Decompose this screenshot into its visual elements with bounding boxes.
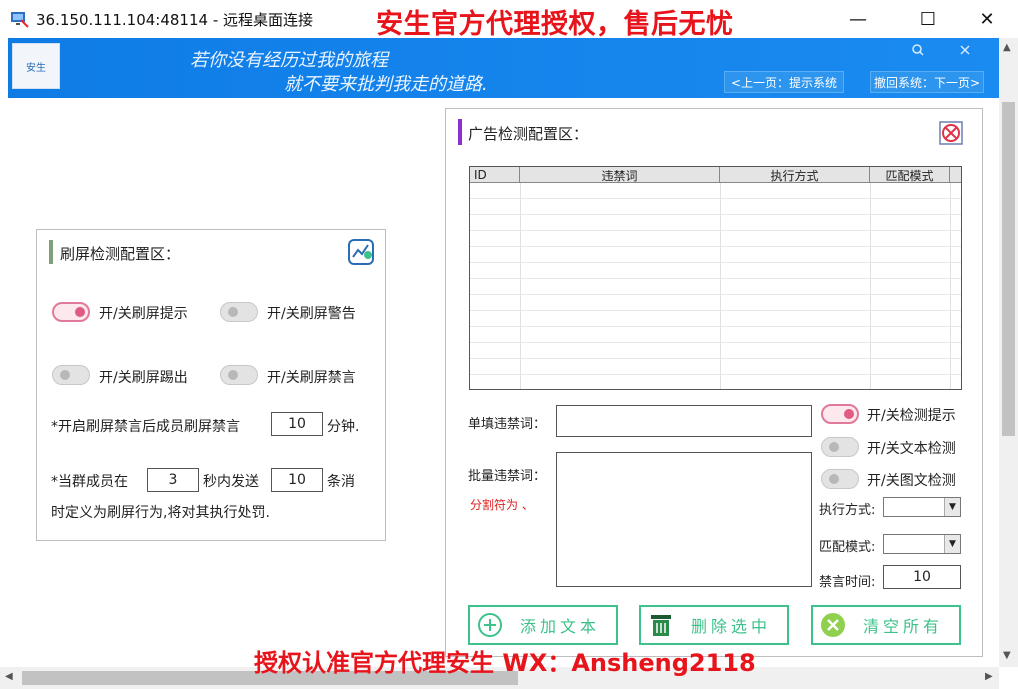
flood-warning-toggle[interactable] xyxy=(220,302,258,322)
flood-notice-toggle[interactable] xyxy=(52,302,90,322)
panel-accent-bar xyxy=(458,119,462,145)
flood-kick-toggle[interactable] xyxy=(52,365,90,385)
clear-icon xyxy=(819,611,847,639)
mute-minutes-input[interactable]: 10 xyxy=(271,412,323,436)
block-icon xyxy=(938,120,964,146)
close-icon: ✕ xyxy=(979,8,995,30)
scroll-right-icon[interactable]: ▶ xyxy=(985,671,993,682)
table-header: ID 违禁词 执行方式 匹配模式 xyxy=(470,167,961,183)
single-term-input[interactable] xyxy=(556,405,812,437)
close-window-button[interactable]: ✕ xyxy=(964,0,1010,38)
maximize-icon: ☐ xyxy=(919,8,937,30)
scroll-left-icon[interactable]: ◀ xyxy=(5,671,13,682)
mute-time-input[interactable]: 10 xyxy=(883,565,961,589)
window-title: 36.150.111.104:48114 - 远程桌面连接 xyxy=(36,11,314,29)
minimize-button[interactable]: — xyxy=(835,0,881,38)
text-detect-toggle[interactable] xyxy=(821,437,859,457)
flood-rule-suffix: 条消 xyxy=(327,474,355,490)
batch-separator-hint: 分割符为 、 xyxy=(470,498,534,512)
match-mode-select[interactable]: ▼ xyxy=(883,534,961,554)
delete-selected-button[interactable]: 删除选中 xyxy=(639,605,789,645)
flood-seconds-input[interactable]: 3 xyxy=(147,468,199,492)
image-detect-toggle[interactable] xyxy=(821,469,859,489)
title-bar: 36.150.111.104:48114 - 远程桌面连接 安生官方代理授权，售… xyxy=(0,0,1018,40)
prev-page-button[interactable]: <上一页：提示系统 xyxy=(724,71,844,93)
add-text-button[interactable]: 添加文本 xyxy=(468,605,618,645)
flood-notice-label: 开/关刷屏提示 xyxy=(99,306,188,322)
column-id[interactable]: ID xyxy=(470,167,520,183)
search-icon[interactable] xyxy=(906,40,930,60)
flood-warning-label: 开/关刷屏警告 xyxy=(267,306,356,322)
flood-rule-line2: 时定义为刷屏行为,将对其执行处罚. xyxy=(51,505,270,521)
ad-notice-toggle[interactable] xyxy=(821,404,859,424)
batch-term-label: 批量违禁词： xyxy=(468,469,547,484)
vertical-scrollbar[interactable]: ▲ ▼ xyxy=(999,38,1018,667)
mute-time-label: 禁言时间: xyxy=(819,575,876,590)
flood-config-panel: 刷屏检测配置区： 开/关刷屏提示 开/关刷屏警告 开/关刷屏踢出 开/关刷屏禁言… xyxy=(36,229,386,541)
watermark-bottom: 授权认准官方代理安生 WX：Ansheng2118 xyxy=(254,649,756,677)
chevron-down-icon: ▼ xyxy=(944,498,960,516)
chevron-down-icon: ▼ xyxy=(944,535,960,553)
text-detect-label: 开/关文本检测 xyxy=(867,441,956,457)
clear-all-button[interactable]: 清空所有 xyxy=(811,605,961,645)
panel-title: 刷屏检测配置区： xyxy=(60,245,181,263)
chart-icon xyxy=(348,239,374,265)
batch-term-input[interactable] xyxy=(556,452,812,587)
flood-rule-prefix: *当群成员在 xyxy=(51,474,128,490)
mute-rule-prefix: *开启刷屏禁言后成员刷屏禁言 xyxy=(51,419,240,435)
app-logo: 安生 xyxy=(12,43,60,89)
add-text-label: 添加文本 xyxy=(520,617,601,636)
scroll-down-icon[interactable]: ▼ xyxy=(1003,650,1011,661)
flood-mute-label: 开/关刷屏禁言 xyxy=(267,370,356,386)
mute-rule-suffix: 分钟. xyxy=(327,419,360,435)
next-page-button[interactable]: 撤回系统：下一页> xyxy=(870,71,984,93)
motto-line-1: 若你没有经历过我的旅程 xyxy=(190,50,388,71)
image-detect-label: 开/关图文检测 xyxy=(867,473,956,489)
flood-mute-toggle[interactable] xyxy=(220,365,258,385)
banner-close-icon[interactable] xyxy=(953,40,977,60)
scroll-up-icon[interactable]: ▲ xyxy=(1003,42,1011,53)
flood-kick-label: 开/关刷屏踢出 xyxy=(99,370,188,386)
column-term[interactable]: 违禁词 xyxy=(520,167,720,183)
column-exec[interactable]: 执行方式 xyxy=(720,167,870,183)
panel-title: 广告检测配置区： xyxy=(468,125,589,143)
vertical-scroll-thumb[interactable] xyxy=(1002,102,1015,436)
add-circle-icon xyxy=(476,611,504,639)
ad-terms-table[interactable]: ID 违禁词 执行方式 匹配模式 xyxy=(469,166,962,390)
exec-mode-select[interactable]: ▼ xyxy=(883,497,961,517)
exec-mode-label: 执行方式: xyxy=(819,503,876,518)
watermark-top: 安生官方代理授权，售后无忧 xyxy=(376,9,734,40)
delete-selected-label: 删除选中 xyxy=(691,617,772,636)
panel-accent-bar xyxy=(49,240,53,264)
remote-desktop-icon xyxy=(10,9,30,29)
flood-count-input[interactable]: 10 xyxy=(271,468,323,492)
trash-icon xyxy=(647,611,675,639)
clear-all-label: 清空所有 xyxy=(863,617,944,636)
ad-config-panel: 广告检测配置区： ID 违禁词 执行方式 匹配模式 单填违禁词： 批量违禁词： … xyxy=(445,108,983,657)
ad-notice-label: 开/关检测提示 xyxy=(867,408,956,424)
minimize-icon: — xyxy=(849,8,867,30)
single-term-label: 单填违禁词： xyxy=(468,417,547,432)
match-mode-label: 匹配模式: xyxy=(819,540,876,555)
column-match[interactable]: 匹配模式 xyxy=(870,167,950,183)
flood-rule-middle: 秒内发送 xyxy=(203,474,259,490)
motto-line-2: 就不要来批判我走的道路. xyxy=(284,74,488,95)
maximize-button[interactable]: ☐ xyxy=(905,0,951,38)
app-banner: 安生 若你没有经历过我的旅程 就不要来批判我走的道路. <上一页：提示系统 撤回… xyxy=(8,38,999,98)
logo-text: 安生 xyxy=(26,62,46,74)
